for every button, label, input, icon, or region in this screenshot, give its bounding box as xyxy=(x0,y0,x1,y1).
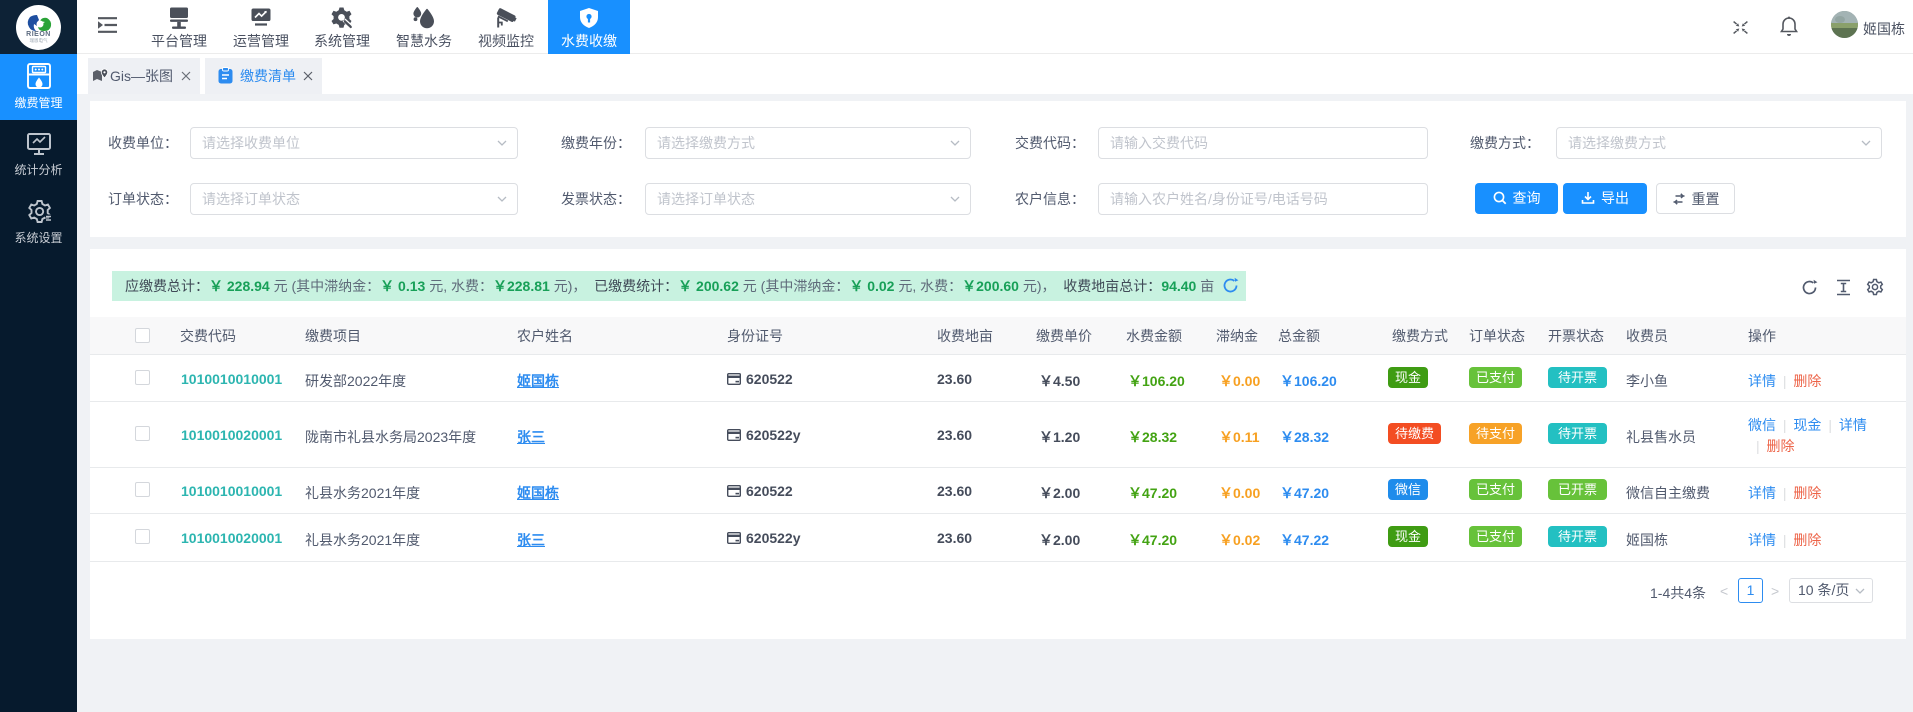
svg-text:RIEON: RIEON xyxy=(26,31,51,38)
svg-text:瑞恩电气: 瑞恩电气 xyxy=(30,37,48,43)
